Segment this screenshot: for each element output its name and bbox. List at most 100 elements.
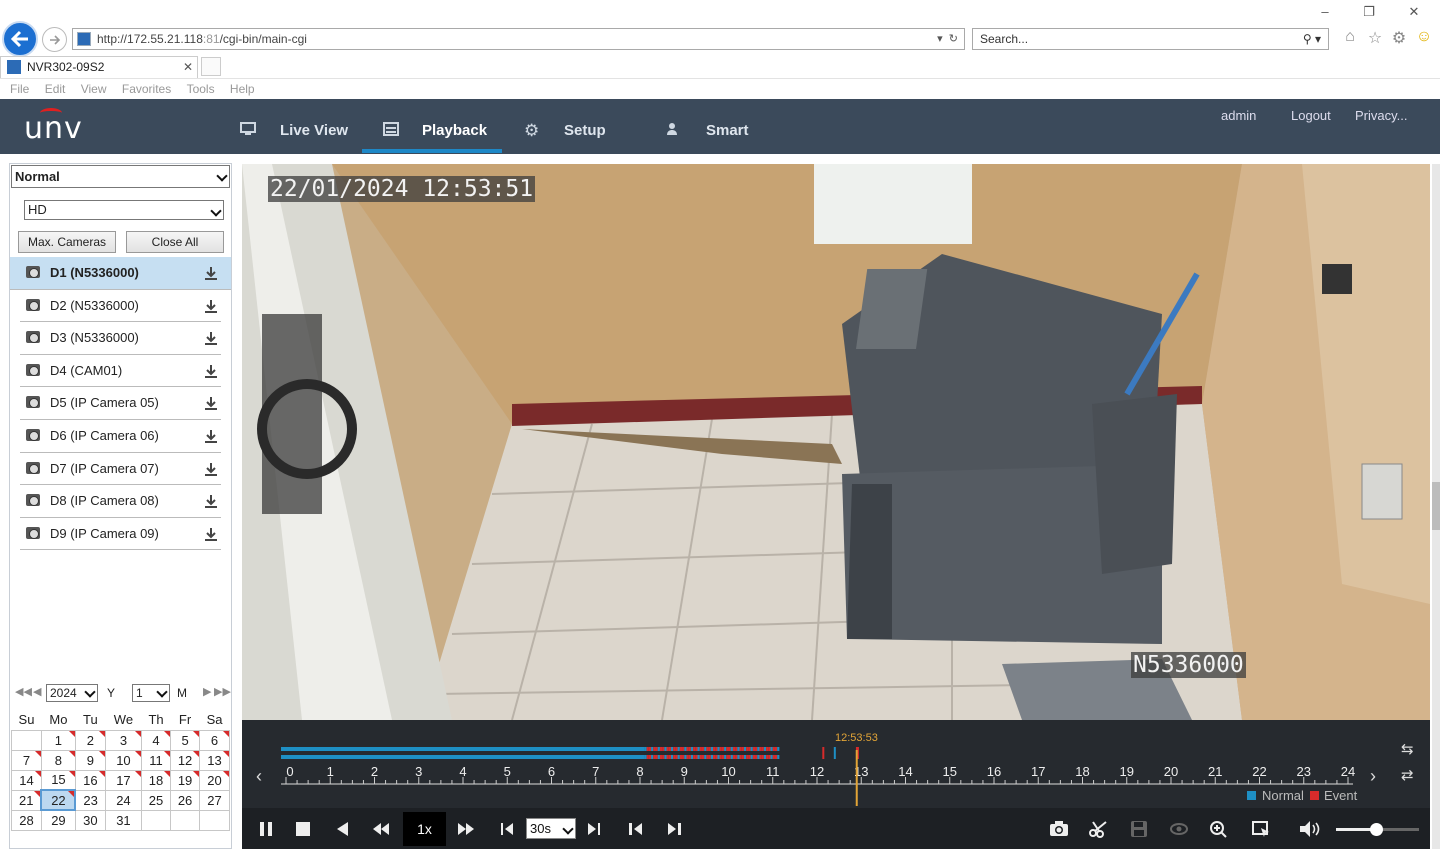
speed-up-icon[interactable] — [457, 820, 475, 838]
calendar-day[interactable]: 14 — [11, 769, 42, 791]
download-icon[interactable] — [204, 299, 218, 313]
camera-item[interactable]: D6 (IP Camera 06) — [20, 420, 221, 453]
menu-view[interactable]: View — [71, 79, 107, 96]
calendar-day[interactable]: 3 — [104, 729, 143, 751]
calendar-day[interactable]: 31 — [104, 809, 143, 831]
back-button[interactable] — [2, 21, 38, 57]
timeline[interactable]: 0 1 2 3 4 5 6 7 8 9 10 11 12 13 14 15 16 17 18 19 20 21 22 23 24… — [242, 720, 1430, 808]
calendar-day[interactable]: 2 — [74, 729, 106, 751]
page-scrollbar[interactable] — [1432, 164, 1440, 849]
volume-slider[interactable] — [1336, 823, 1419, 836]
refresh-icon[interactable]: ▾ ↻ — [937, 29, 958, 49]
search-icon[interactable]: ⚲ ▾ — [1303, 29, 1321, 49]
smiley-feedback-icon[interactable]: ☺ — [1414, 28, 1434, 46]
close-all-button[interactable]: Close All — [126, 231, 224, 253]
calendar-day[interactable]: 27 — [199, 789, 230, 811]
calendar-day[interactable]: 8 — [40, 749, 76, 771]
skip-back-icon[interactable] — [498, 820, 516, 838]
calendar-day[interactable]: 9 — [74, 749, 106, 771]
camera-item[interactable]: D5 (IP Camera 05) — [20, 387, 221, 420]
max-cameras-button[interactable]: Max. Cameras — [18, 231, 116, 253]
calendar-day[interactable]: 13 — [199, 749, 230, 771]
minimize-icon[interactable]: – — [1314, 4, 1336, 19]
download-icon[interactable] — [204, 331, 218, 346]
clip-scissors-icon[interactable] — [1089, 820, 1109, 838]
prev-month-icon[interactable]: ◀ — [33, 685, 41, 698]
close-window-icon[interactable]: ✕ — [1403, 4, 1425, 20]
calendar-day[interactable]: 17 — [104, 769, 143, 791]
skip-interval-select[interactable]: 30s — [526, 818, 576, 839]
volume-icon[interactable] — [1299, 820, 1321, 838]
download-icon[interactable] — [204, 396, 218, 411]
favorites-star-icon[interactable]: ☆ — [1365, 28, 1385, 48]
camera-item[interactable]: D9 (IP Camera 09) — [20, 518, 221, 551]
calendar-day[interactable]: 29 — [40, 809, 76, 831]
month-select[interactable]: 1 — [132, 684, 170, 702]
calendar-day[interactable]: 7 — [11, 749, 42, 771]
tab-live-view[interactable]: Live View — [240, 99, 348, 154]
pause-icon[interactable] — [257, 820, 275, 838]
calendar-day[interactable]: 11 — [141, 749, 172, 771]
calendar-day[interactable]: 12 — [170, 749, 201, 771]
timeline-prev-icon[interactable]: ‹ — [256, 766, 262, 787]
calendar-day[interactable]: 18 — [141, 769, 172, 791]
camera-item[interactable]: D8 (IP Camera 08) — [20, 485, 221, 518]
logout-link[interactable]: Logout — [1291, 108, 1331, 123]
menu-favorites[interactable]: Favorites — [112, 79, 171, 96]
prev-year-icon[interactable]: ◀◀ — [15, 685, 32, 698]
close-tab-icon[interactable]: ✕ — [183, 57, 193, 77]
menu-file[interactable]: File — [0, 79, 29, 96]
calendar-day[interactable]: 15 — [40, 769, 76, 791]
roi-select-icon[interactable] — [1251, 820, 1271, 838]
camera-item[interactable]: D4 (CAM01) — [20, 355, 221, 388]
calendar-day[interactable]: 5 — [170, 729, 201, 751]
camera-item[interactable]: D2 (N5336000) — [20, 290, 221, 323]
camera-item[interactable]: D1 (N5336000) — [10, 257, 231, 290]
calendar-day[interactable]: 26 — [170, 789, 201, 811]
download-icon[interactable] — [204, 462, 218, 476]
digital-zoom-eye-icon[interactable] — [1169, 820, 1189, 838]
playback-mode-select[interactable]: Normal — [11, 165, 230, 188]
new-tab-button[interactable] — [201, 57, 221, 76]
calendar-day[interactable]: 21 — [11, 789, 42, 811]
save-disk-icon[interactable] — [1130, 820, 1148, 838]
calendar-day[interactable]: 25 — [141, 789, 172, 811]
address-bar[interactable]: http://172.55.21.118:81/cgi-bin/main-cgi… — [72, 28, 965, 50]
home-icon[interactable]: ⌂ — [1340, 28, 1360, 46]
zoom-in-timeline-icon[interactable]: ⇄ — [1401, 766, 1414, 784]
next-frame-icon[interactable] — [666, 820, 684, 838]
browser-tab[interactable]: NVR302-09S2 ✕ — [0, 56, 198, 78]
calendar-day[interactable]: 19 — [170, 769, 201, 791]
restore-icon[interactable]: ❐ — [1358, 4, 1380, 20]
privacy-link[interactable]: Privacy... — [1355, 108, 1408, 123]
skip-forward-icon[interactable] — [585, 820, 603, 838]
volume-slider-handle[interactable] — [1370, 823, 1383, 836]
download-icon[interactable] — [204, 527, 218, 541]
reverse-play-icon[interactable] — [334, 820, 352, 838]
calendar-day[interactable]: 22 — [40, 789, 77, 811]
scrollbar-thumb[interactable] — [1432, 482, 1440, 530]
download-icon[interactable] — [204, 494, 218, 509]
zoom-in-icon[interactable] — [1208, 820, 1228, 838]
menu-help[interactable]: Help — [220, 79, 255, 96]
calendar-day[interactable]: 4 — [141, 729, 172, 751]
year-select[interactable]: 2024 — [46, 684, 98, 702]
tab-setup[interactable]: ⚙ Setup — [524, 99, 606, 154]
tab-playback[interactable]: Playback — [383, 99, 487, 154]
menu-edit[interactable]: Edit — [35, 79, 66, 96]
zoom-out-timeline-icon[interactable]: ⇆ — [1401, 740, 1414, 758]
camera-item[interactable]: D3 (N5336000) — [20, 322, 221, 355]
download-icon[interactable] — [204, 429, 218, 443]
calendar-day[interactable]: 30 — [74, 809, 106, 831]
calendar-day[interactable]: 6 — [199, 729, 230, 751]
calendar-day[interactable]: 10 — [104, 749, 143, 771]
stream-select[interactable]: HD — [24, 200, 224, 220]
tab-smart[interactable]: Smart — [666, 99, 749, 154]
settings-gear-icon[interactable]: ⚙ — [1389, 28, 1409, 48]
stop-icon[interactable] — [294, 820, 312, 838]
calendar-day[interactable]: 23 — [74, 789, 106, 811]
camera-item[interactable]: D7 (IP Camera 07) — [20, 453, 221, 486]
calendar-day[interactable]: 16 — [74, 769, 106, 791]
calendar-day[interactable]: 24 — [104, 789, 143, 811]
calendar-day[interactable]: 1 — [40, 729, 76, 751]
